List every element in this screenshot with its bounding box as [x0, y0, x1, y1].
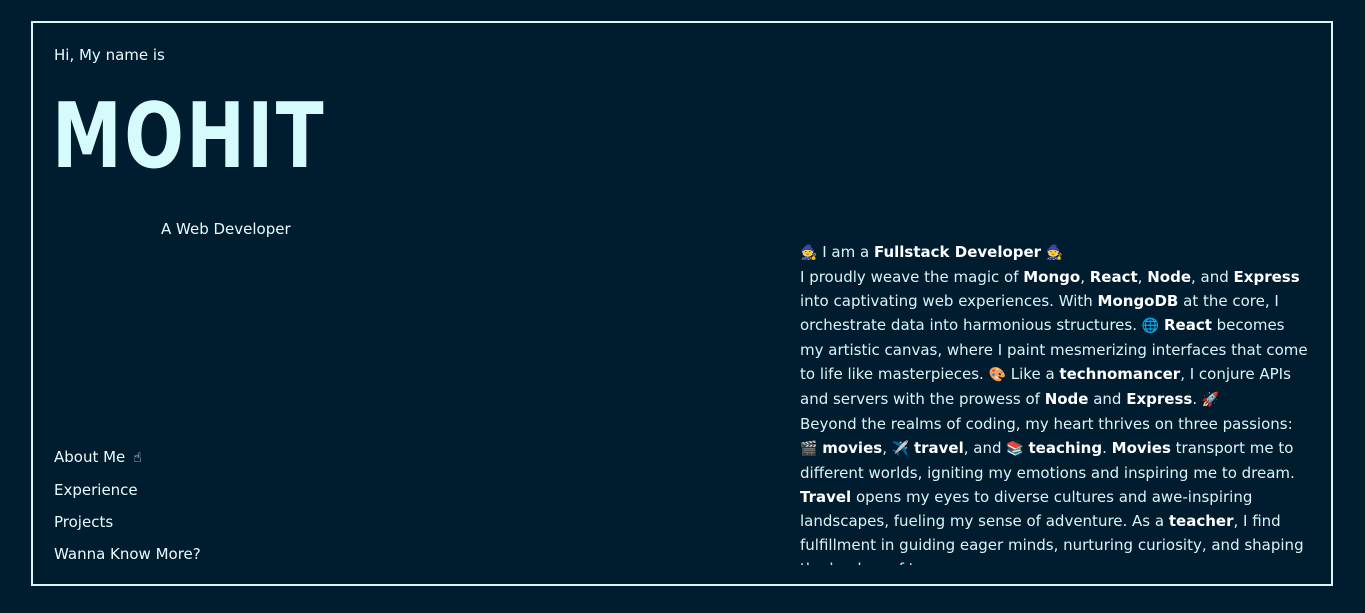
about-section: 🧙 I am a Fullstack Developer 🧙 I proudly…: [800, 240, 1308, 565]
nav-item-label: About Me: [54, 448, 126, 466]
globe-icon: 🌐: [1141, 318, 1160, 334]
nav-item-label: Experience: [54, 481, 138, 499]
palette-icon: 🎨: [988, 367, 1006, 383]
hero-name: MOHIT: [52, 84, 326, 189]
books-icon: 📚: [1006, 441, 1024, 457]
nav-item-label: Projects: [54, 513, 114, 531]
pointing-hand-icon: ☝: [133, 450, 142, 466]
nav-menu: About Me ☝ Experience Projects Wanna Kno…: [54, 441, 201, 570]
nav-item-label: Wanna Know More?: [54, 545, 201, 563]
role-text: A Web Developer: [161, 220, 291, 238]
about-paragraph-passions: Beyond the realms of coding, my heart th…: [800, 415, 1304, 565]
airplane-icon: ✈️: [891, 441, 910, 457]
mage-icon: 🧙: [800, 245, 818, 261]
mage-icon: 🧙: [1045, 245, 1064, 261]
main-frame: Hi, My name is MOHIT A Web Developer Abo…: [31, 21, 1333, 586]
about-heading: 🧙 I am a Fullstack Developer 🧙: [800, 243, 1064, 261]
greeting-text: Hi, My name is: [54, 46, 165, 64]
fullstack-developer-label: Fullstack Developer: [873, 243, 1042, 261]
about-paragraph-stack: I proudly weave the magic of Mongo, Reac…: [800, 268, 1308, 408]
rocket-icon: 🚀: [1201, 392, 1220, 408]
clapper-board-icon: 🎬: [800, 441, 818, 457]
nav-item-experience[interactable]: Experience: [54, 474, 201, 506]
nav-item-projects[interactable]: Projects: [54, 506, 201, 538]
nav-item-wanna-know-more[interactable]: Wanna Know More?: [54, 538, 201, 570]
nav-item-about-me[interactable]: About Me ☝: [54, 441, 201, 474]
